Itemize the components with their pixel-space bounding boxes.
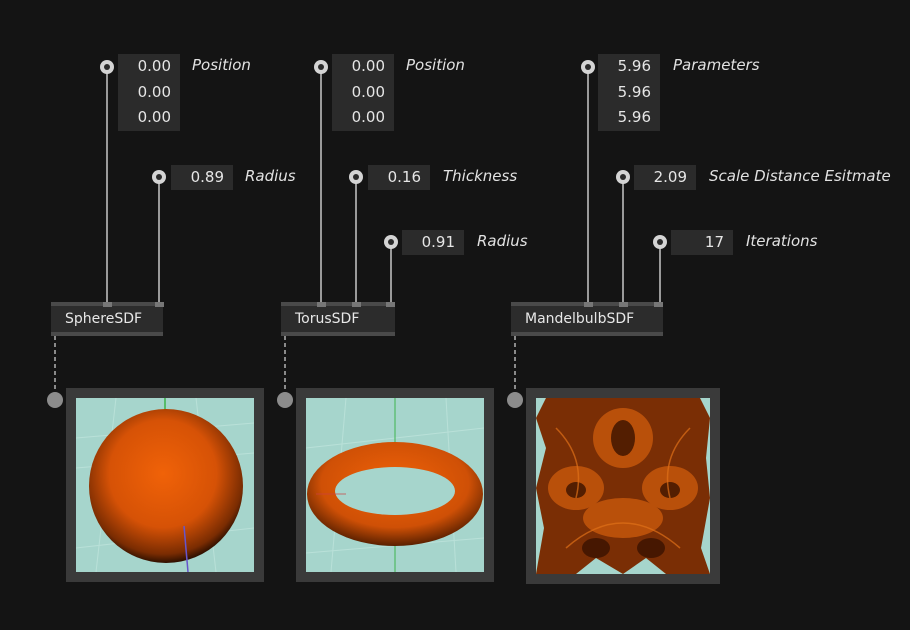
position-x-value[interactable]: 0.00 — [118, 54, 171, 80]
radius-value[interactable]: 0.89 — [171, 165, 224, 191]
output-pin-icon[interactable] — [47, 392, 63, 408]
iterations-value[interactable]: 17 — [671, 230, 724, 256]
position-value-field[interactable]: 0.00 0.00 0.00 — [332, 54, 394, 131]
iterations-value-field[interactable]: 17 — [671, 230, 733, 255]
radius-value-field[interactable]: 0.91 — [402, 230, 464, 255]
scale-distance-value-field[interactable]: 2.09 — [634, 165, 696, 190]
radius-input-pin-icon[interactable] — [152, 170, 166, 184]
radius-value[interactable]: 0.91 — [402, 230, 455, 256]
thickness-value-field[interactable]: 0.16 — [368, 165, 430, 190]
position-x-value[interactable]: 0.00 — [332, 54, 385, 80]
output-pin-icon[interactable] — [507, 392, 523, 408]
radius-label: Radius — [477, 232, 528, 250]
node-title: TorusSDF — [295, 311, 360, 327]
mandelbulb-sdf-node[interactable]: MandelbulbSDF — [511, 302, 663, 336]
iterations-input-pin-icon[interactable] — [653, 235, 667, 249]
output-pin-icon[interactable] — [277, 392, 293, 408]
sphere-render — [76, 398, 254, 572]
node-title: SphereSDF — [65, 311, 143, 327]
position-label: Position — [406, 56, 465, 74]
parameters-value-field[interactable]: 5.96 5.96 5.96 — [598, 54, 660, 131]
thickness-label: Thickness — [443, 167, 518, 185]
torus-preview-viewport[interactable] — [296, 388, 494, 582]
position-y-value[interactable]: 0.00 — [118, 80, 171, 106]
radius-input-pin-icon[interactable] — [384, 235, 398, 249]
position-z-value[interactable]: 0.00 — [118, 105, 171, 131]
parameters-x-value[interactable]: 5.96 — [598, 54, 651, 80]
sphere-sdf-node[interactable]: SphereSDF — [51, 302, 164, 336]
position-z-value[interactable]: 0.00 — [332, 105, 385, 131]
parameters-label: Parameters — [673, 56, 760, 74]
scale-distance-label: Scale Distance Esitmate — [709, 167, 891, 185]
torus-sdf-node[interactable]: TorusSDF — [281, 302, 395, 336]
scale-distance-input-pin-icon[interactable] — [616, 170, 630, 184]
node-title: MandelbulbSDF — [525, 311, 635, 327]
radius-value-field[interactable]: 0.89 — [171, 165, 233, 190]
thickness-input-pin-icon[interactable] — [349, 170, 363, 184]
scale-distance-value[interactable]: 2.09 — [634, 165, 687, 191]
position-input-pin-icon[interactable] — [100, 60, 114, 74]
position-y-value[interactable]: 0.00 — [332, 80, 385, 106]
parameters-input-pin-icon[interactable] — [581, 60, 595, 74]
mandelbulb-render — [536, 398, 710, 574]
torus-render — [306, 398, 484, 572]
position-label: Position — [192, 56, 251, 74]
position-value-field[interactable]: 0.00 0.00 0.00 — [118, 54, 180, 131]
mandelbulb-preview-viewport[interactable] — [526, 388, 720, 584]
parameters-z-value[interactable]: 5.96 — [598, 105, 651, 131]
position-input-pin-icon[interactable] — [314, 60, 328, 74]
thickness-value[interactable]: 0.16 — [368, 165, 421, 191]
iterations-label: Iterations — [746, 232, 818, 250]
sphere-preview-viewport[interactable] — [66, 388, 264, 582]
radius-label: Radius — [245, 167, 296, 185]
parameters-y-value[interactable]: 5.96 — [598, 80, 651, 106]
